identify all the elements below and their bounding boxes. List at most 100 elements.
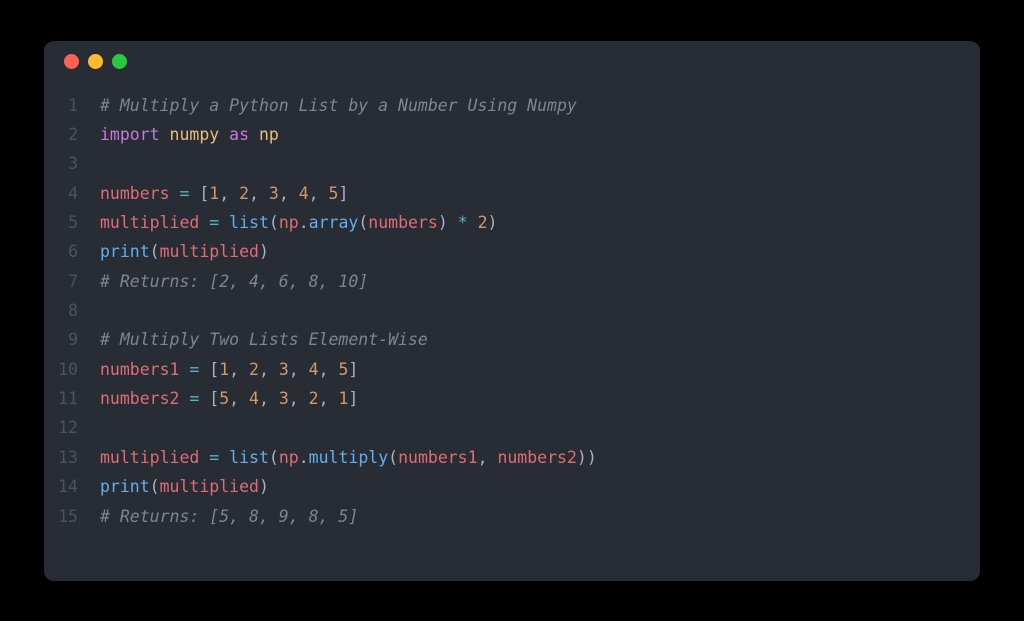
maximize-icon[interactable]: [112, 54, 127, 69]
code-editor[interactable]: 1# Multiply a Python List by a Number Us…: [44, 83, 980, 531]
code-token: multiplied: [100, 213, 199, 232]
code-token: [249, 125, 259, 144]
code-token: list: [229, 213, 269, 232]
code-token: [219, 125, 229, 144]
code-token: [468, 213, 478, 232]
code-token: multiplied: [160, 477, 259, 496]
code-token: ): [259, 477, 269, 496]
code-token: [199, 360, 209, 379]
code-token: =: [209, 448, 219, 467]
code-line[interactable]: 5multiplied = list(np.array(numbers) * 2…: [44, 208, 980, 237]
line-number: 7: [44, 267, 100, 296]
code-content[interactable]: multiplied = list(np.array(numbers) * 2): [100, 208, 497, 237]
code-token: [179, 389, 189, 408]
code-token: [: [209, 360, 219, 379]
code-token: ,: [309, 184, 329, 203]
code-token: ,: [319, 360, 339, 379]
code-content[interactable]: # Returns: [2, 4, 6, 8, 10]: [100, 267, 368, 296]
code-token: import: [100, 125, 160, 144]
code-line[interactable]: 9# Multiply Two Lists Element-Wise: [44, 325, 980, 354]
code-content[interactable]: print(multiplied): [100, 237, 269, 266]
close-icon[interactable]: [64, 54, 79, 69]
code-line[interactable]: 13multiplied = list(np.multiply(numbers1…: [44, 443, 980, 472]
code-line[interactable]: 14print(multiplied): [44, 472, 980, 501]
code-token: ,: [229, 389, 249, 408]
code-token: as: [229, 125, 249, 144]
code-token: ): [259, 242, 269, 261]
code-line[interactable]: 15# Returns: [5, 8, 9, 8, 5]: [44, 502, 980, 531]
code-token: ,: [289, 389, 309, 408]
code-line[interactable]: 6print(multiplied): [44, 237, 980, 266]
line-number: 1: [44, 91, 100, 120]
code-token: 5: [219, 389, 229, 408]
code-token: # Multiply Two Lists Element-Wise: [100, 330, 428, 349]
code-token: ,: [259, 360, 279, 379]
window-titlebar: [44, 41, 980, 83]
code-content[interactable]: # Returns: [5, 8, 9, 8, 5]: [100, 502, 358, 531]
code-token: ,: [249, 184, 269, 203]
code-token: numbers1: [398, 448, 477, 467]
code-token: ,: [319, 389, 339, 408]
code-token: 4: [249, 389, 259, 408]
code-token: ,: [219, 184, 239, 203]
code-token: multiply: [309, 448, 388, 467]
code-token: multiplied: [160, 242, 259, 261]
code-content[interactable]: multiplied = list(np.multiply(numbers1, …: [100, 443, 597, 472]
code-token: list: [229, 448, 269, 467]
line-number: 6: [44, 237, 100, 266]
code-content[interactable]: print(multiplied): [100, 472, 269, 501]
code-token: (: [269, 213, 279, 232]
code-content[interactable]: [100, 149, 110, 178]
code-token: (: [150, 477, 160, 496]
code-token: np: [279, 448, 299, 467]
code-line[interactable]: 4numbers = [1, 2, 3, 4, 5]: [44, 179, 980, 208]
code-content[interactable]: [100, 413, 110, 442]
code-token: (: [388, 448, 398, 467]
code-token: =: [179, 184, 189, 203]
code-token: ,: [259, 389, 279, 408]
code-token: [160, 125, 170, 144]
code-line[interactable]: 3: [44, 149, 980, 178]
code-token: (: [150, 242, 160, 261]
code-token: [189, 184, 199, 203]
code-token: [199, 213, 209, 232]
code-line[interactable]: 1# Multiply a Python List by a Number Us…: [44, 91, 980, 120]
code-line[interactable]: 11numbers2 = [5, 4, 3, 2, 1]: [44, 384, 980, 413]
code-token: ): [488, 213, 498, 232]
code-content[interactable]: [100, 296, 110, 325]
code-content[interactable]: numbers = [1, 2, 3, 4, 5]: [100, 179, 348, 208]
code-content[interactable]: # Multiply a Python List by a Number Usi…: [100, 91, 577, 120]
line-number: 2: [44, 120, 100, 149]
code-token: )): [577, 448, 597, 467]
code-token: 1: [209, 184, 219, 203]
line-number: 4: [44, 179, 100, 208]
code-token: 3: [279, 389, 289, 408]
code-token: 1: [338, 389, 348, 408]
code-line[interactable]: 2import numpy as np: [44, 120, 980, 149]
code-token: .: [299, 213, 309, 232]
line-number: 14: [44, 472, 100, 501]
code-token: array: [309, 213, 359, 232]
code-token: 5: [338, 360, 348, 379]
code-token: ): [438, 213, 458, 232]
code-line[interactable]: 12: [44, 413, 980, 442]
code-line[interactable]: 7# Returns: [2, 4, 6, 8, 10]: [44, 267, 980, 296]
code-content[interactable]: # Multiply Two Lists Element-Wise: [100, 325, 428, 354]
code-content[interactable]: numbers1 = [1, 2, 3, 4, 5]: [100, 355, 358, 384]
code-token: ]: [338, 184, 348, 203]
code-line[interactable]: 10numbers1 = [1, 2, 3, 4, 5]: [44, 355, 980, 384]
code-content[interactable]: numbers2 = [5, 4, 3, 2, 1]: [100, 384, 358, 413]
code-token: np: [259, 125, 279, 144]
code-token: numbers1: [100, 360, 179, 379]
code-token: ,: [289, 360, 309, 379]
code-token: [199, 389, 209, 408]
code-token: [219, 213, 229, 232]
line-number: 8: [44, 296, 100, 325]
code-line[interactable]: 8: [44, 296, 980, 325]
code-token: 4: [309, 360, 319, 379]
minimize-icon[interactable]: [88, 54, 103, 69]
code-token: np: [279, 213, 299, 232]
code-content[interactable]: import numpy as np: [100, 120, 279, 149]
code-token: 5: [329, 184, 339, 203]
code-token: multiplied: [100, 448, 199, 467]
